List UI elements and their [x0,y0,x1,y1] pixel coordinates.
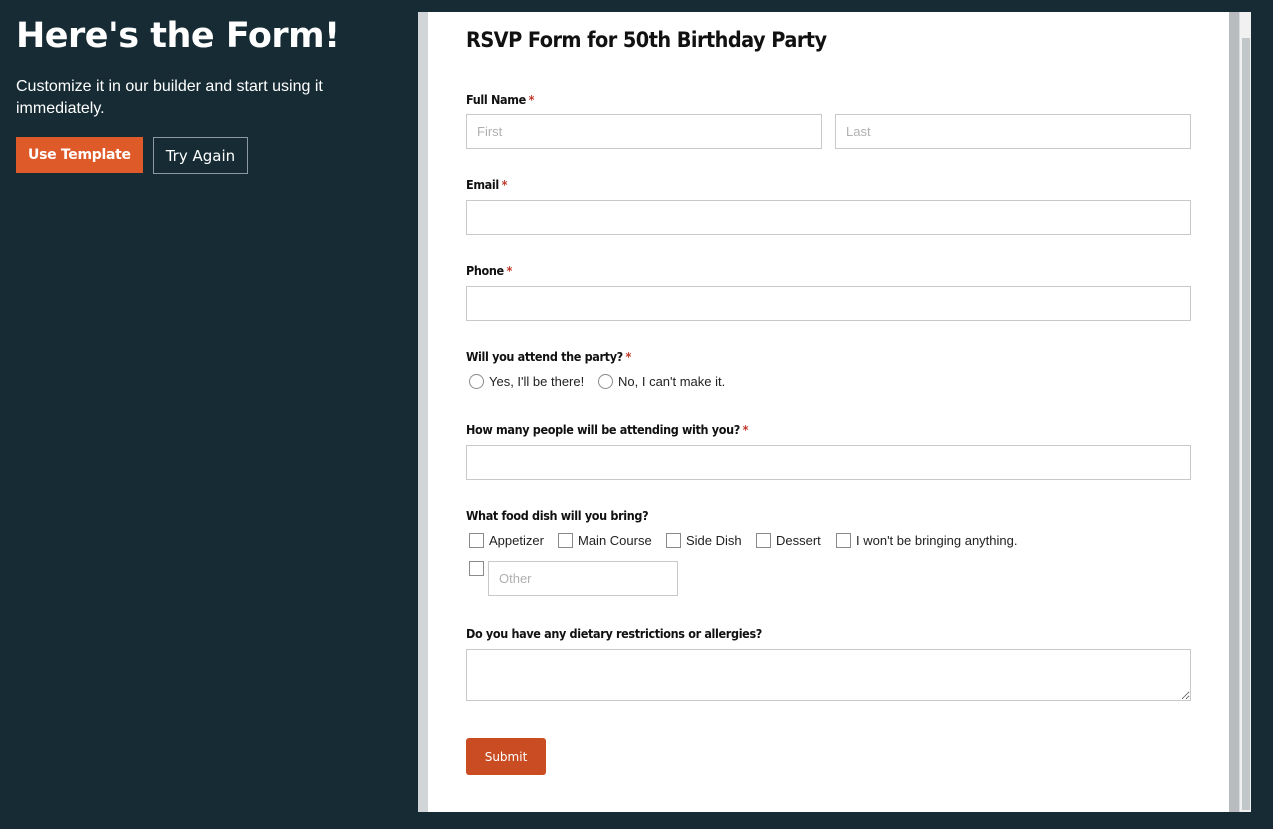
attend-option-yes[interactable]: Yes, I'll be there! [469,374,584,389]
required-mark: * [501,177,508,192]
attend-option-label: No, I can't make it. [618,374,726,389]
food-option-other[interactable] [469,561,489,576]
checkbox[interactable] [666,533,681,548]
checkbox[interactable] [558,533,573,548]
email-label: Email * [466,177,508,192]
attend-label: Will you attend the party? * [466,349,631,364]
email-label-text: Email [466,177,499,192]
dietary-label-text: Do you have any dietary restrictions or … [466,626,762,641]
last-name-input[interactable] [835,114,1191,149]
form-title: RSVP Form for 50th Birthday Party [466,28,827,52]
page-subtext: Customize it in our builder and start us… [16,78,323,117]
first-name-input[interactable] [466,114,822,149]
full-name-label-text: Full Name [466,92,526,107]
guests-label: How many people will be attending with y… [466,422,749,437]
food-option-nothing[interactable]: I won't be bringing anything. [836,533,1017,548]
food-option-label: Dessert [776,533,821,548]
required-mark: * [528,92,535,107]
food-option-label: I won't be bringing anything. [856,533,1018,548]
attend-option-label: Yes, I'll be there! [489,374,585,389]
scrollbar[interactable] [1239,12,1251,812]
email-input[interactable] [466,200,1191,235]
use-template-button[interactable]: Use Template [16,137,143,173]
guests-count-input[interactable] [466,445,1191,480]
checkbox[interactable] [469,561,484,576]
radio-button[interactable] [469,374,484,389]
form-canvas: RSVP Form for 50th Birthday Party Full N… [428,12,1229,812]
required-mark: * [506,263,513,278]
attend-label-text: Will you attend the party? [466,349,623,364]
required-mark: * [742,422,749,437]
phone-input[interactable] [466,286,1191,321]
phone-label: Phone * [466,263,512,278]
phone-label-text: Phone [466,263,504,278]
dietary-textarea[interactable] [466,649,1191,701]
form-preview-frame: RSVP Form for 50th Birthday Party Full N… [418,12,1251,812]
page-heading: Here's the Form! [16,16,340,56]
frame-gutter [1229,12,1239,812]
food-label: What food dish will you bring? [466,508,649,523]
checkbox[interactable] [836,533,851,548]
food-option-side-dish[interactable]: Side Dish [666,533,742,548]
scrollbar-thumb[interactable] [1242,38,1250,810]
left-panel: Here's the Form! Customize it in our bui… [16,14,396,174]
guests-label-text: How many people will be attending with y… [466,422,740,437]
food-option-label: Side Dish [686,533,742,548]
food-option-dessert[interactable]: Dessert [756,533,821,548]
attend-option-no[interactable]: No, I can't make it. [598,374,725,389]
food-option-label: Appetizer [489,533,544,548]
action-buttons: Use Template Try Again [16,137,396,174]
full-name-label: Full Name * [466,92,534,107]
food-option-label: Main Course [578,533,652,548]
checkbox[interactable] [469,533,484,548]
required-mark: * [625,349,632,364]
checkbox[interactable] [756,533,771,548]
food-option-main-course[interactable]: Main Course [558,533,652,548]
food-option-appetizer[interactable]: Appetizer [469,533,544,548]
dietary-label: Do you have any dietary restrictions or … [466,626,762,641]
radio-button[interactable] [598,374,613,389]
food-other-input[interactable] [488,561,678,596]
submit-button[interactable]: Submit [466,738,546,775]
try-again-button[interactable]: Try Again [152,137,249,174]
food-label-text: What food dish will you bring? [466,508,649,523]
